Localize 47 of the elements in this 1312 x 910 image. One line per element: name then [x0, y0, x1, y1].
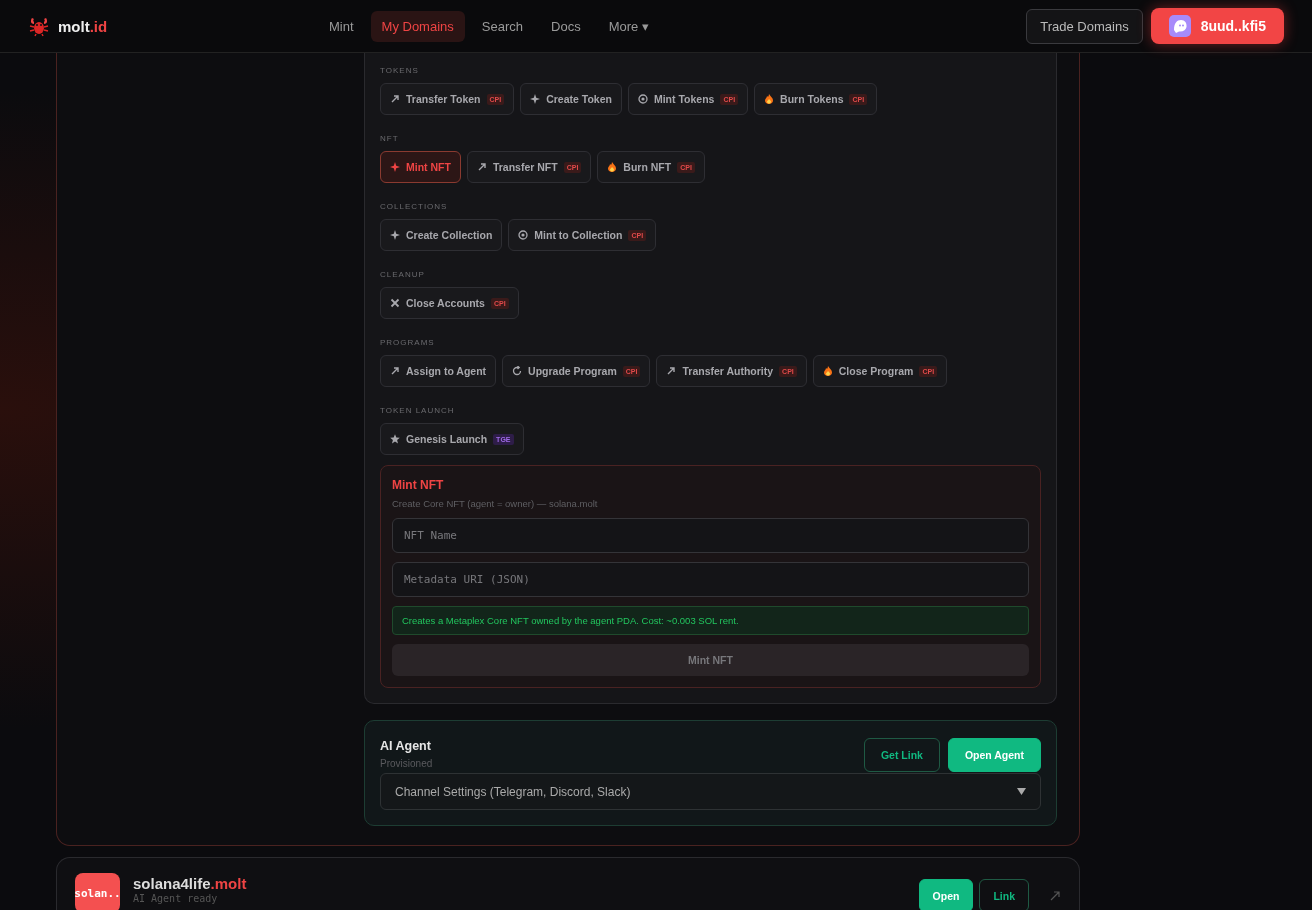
section-label: TOKEN LAUNCH: [380, 406, 456, 415]
wallet-button[interactable]: 8uud..kfi5: [1150, 8, 1284, 44]
close-icon: [390, 298, 400, 308]
sparkle-icon: [390, 162, 400, 172]
action-button[interactable]: Create Collection: [380, 219, 503, 251]
nav-link[interactable]: Mint: [318, 10, 365, 42]
section-label: COLLECTIONS: [380, 202, 449, 211]
section-label: NFT: [380, 134, 400, 143]
agent-title: AI Agent: [380, 739, 432, 753]
section-label: TOKENS: [380, 66, 420, 75]
arrow-icon: [476, 162, 487, 172]
flame-icon: [822, 366, 833, 376]
sparkle-icon: [390, 230, 400, 240]
nav-link[interactable]: More ▾: [597, 10, 660, 42]
form-title: Mint NFT: [392, 478, 445, 492]
logo-text[interactable]: molt.id: [58, 17, 108, 35]
agent-status: Provisioned: [380, 758, 433, 769]
action-button[interactable]: Assign to Agent: [380, 355, 497, 387]
domain-name: solana4life.molt: [133, 875, 247, 892]
input-field[interactable]: NFT Name: [392, 518, 1029, 553]
channel-select[interactable]: Channel Settings (Telegram, Discord, Slack): [380, 773, 1041, 810]
info-note: Creates a Metaplex Core NFT owned by the agent PDA. Cost: ~0.003 SOL rent.: [392, 606, 1029, 635]
caret-icon: [1017, 788, 1026, 795]
refresh-icon: [512, 366, 523, 376]
sparkle-icon: [530, 94, 541, 104]
action-button[interactable]: Create Token: [520, 83, 622, 115]
external-link-icon[interactable]: [1049, 889, 1061, 902]
form-subtitle: Create Core NFT (agent = owner) — solana.molt: [392, 498, 599, 509]
nav-link[interactable]: Search: [470, 10, 534, 42]
agent-button[interactable]: Get Link: [863, 738, 940, 772]
domain-avatar: solan..: [75, 873, 120, 910]
trade-domains-button[interactable]: Trade Domains: [1026, 8, 1143, 44]
section-label: PROGRAMS: [380, 338, 436, 347]
action-button[interactable]: Mint NFT: [380, 151, 461, 183]
flame-icon: [764, 94, 775, 104]
section-label: CLEANUP: [380, 270, 426, 279]
domain-status: AI Agent ready: [133, 893, 219, 904]
target-icon: [637, 94, 648, 104]
arrow-icon: [666, 366, 677, 376]
nav-link[interactable]: My Domains: [370, 10, 465, 42]
flame-icon: [607, 162, 618, 172]
arrow-icon: [390, 94, 400, 104]
input-field[interactable]: Metadata URI (JSON): [392, 562, 1029, 597]
nav-link[interactable]: Docs: [540, 10, 592, 42]
arrow-icon: [390, 366, 400, 376]
star-icon: [390, 434, 400, 444]
target-icon: [518, 230, 529, 240]
